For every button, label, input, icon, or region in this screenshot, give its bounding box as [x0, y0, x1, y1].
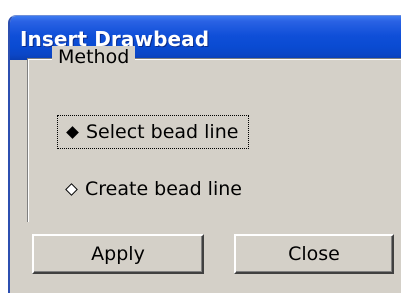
radio-selected-icon	[66, 125, 79, 139]
radio-create-bead-line[interactable]: Create bead line	[57, 172, 242, 206]
apply-button[interactable]: Apply	[32, 234, 204, 274]
radio-select-bead-line[interactable]: Select bead line	[57, 115, 250, 149]
radio-label-create-bead-line: Create bead line	[85, 178, 242, 200]
radio-label-select-bead-line: Select bead line	[86, 121, 239, 143]
method-group-label: Method	[52, 46, 136, 68]
close-button[interactable]: Close	[234, 234, 394, 274]
radio-unselected-icon	[65, 182, 78, 196]
